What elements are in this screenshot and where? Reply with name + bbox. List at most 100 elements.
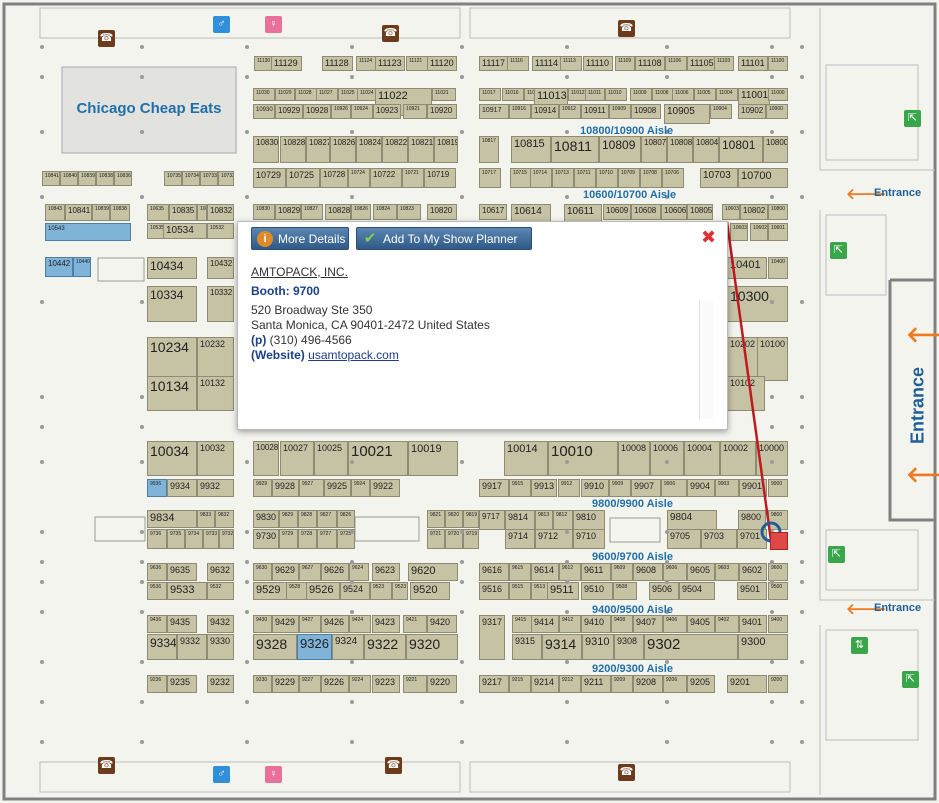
booth-9330[interactable]: 9330 [207,634,234,660]
booth-11117[interactable]: 11117 [479,56,509,71]
booth-9302[interactable]: 9302 [644,634,738,660]
booth-9223[interactable]: 9223 [372,675,400,693]
booth-9826[interactable]: 9826 [337,510,355,528]
booth-11116[interactable]: 11116 [507,56,529,71]
booth-9910[interactable]: 9910 [581,479,609,497]
booth-10724[interactable]: 10724 [348,168,370,188]
booth-10442[interactable]: 10442 [45,257,73,277]
booth-9800[interactable]: 9800 [738,510,766,530]
booth-9405[interactable]: 9405 [687,615,715,633]
booth-9410[interactable]: 9410 [581,615,611,633]
booth-11006[interactable]: 11006 [672,88,694,101]
booth-11011[interactable]: 11011 [585,88,605,101]
booth-9906[interactable]: 9906 [661,479,687,497]
booth-9913[interactable]: 9913 [531,479,557,497]
booth-10700[interactable]: 10700 [738,168,788,188]
booth-9412[interactable]: 9412 [559,615,581,633]
booth-9614[interactable]: 9614 [531,563,559,581]
booth-10719[interactable]: 10719 [424,168,456,188]
booth-9215[interactable]: 9215 [509,675,531,693]
booth-10010[interactable]: 10010 [548,441,618,476]
booth-9200[interactable]: 9200 [768,675,788,693]
booth-9400[interactable]: 9400 [768,615,788,633]
booth-10734[interactable]: 10734 [182,171,200,186]
booth-10532[interactable]: 10532 [207,223,234,239]
booth-9605[interactable]: 9605 [687,563,715,581]
booth-9800[interactable]: 9800 [768,510,788,530]
booth-9221[interactable]: 9221 [403,675,427,693]
booth-10828[interactable]: 10828 [280,136,306,163]
booth-11103[interactable]: 11103 [714,56,734,71]
booth-10004[interactable]: 10004 [684,441,720,476]
booth-10815[interactable]: 10815 [511,136,551,163]
booth-11129[interactable]: 11129 [271,56,302,71]
booth-10807[interactable]: 10807 [641,136,667,163]
booth-10725[interactable]: 10725 [286,168,320,188]
booth-10706[interactable]: 10706 [662,168,684,188]
booth-11008[interactable]: 11008 [652,88,674,101]
booth-10809[interactable]: 10809 [599,136,641,163]
booth-9900[interactable]: 9900 [768,479,788,497]
booth-10911[interactable]: 10911 [581,104,609,119]
booth-10733[interactable]: 10733 [200,171,218,186]
booth-9728[interactable]: 9728 [298,529,317,549]
booth-10027[interactable]: 10027 [280,441,314,476]
booth-10002[interactable]: 10002 [720,441,756,476]
booth-10728[interactable]: 10728 [320,168,348,188]
booth-10008[interactable]: 10008 [618,441,650,476]
booth-10609[interactable]: 10609 [603,204,631,220]
booth-11106[interactable]: 11106 [665,56,687,71]
booth-9236[interactable]: 9236 [147,675,167,693]
booth-9209[interactable]: 9209 [611,675,633,693]
booth-11004[interactable]: 11004 [716,88,738,101]
booth-10709[interactable]: 10709 [618,168,640,188]
booth-11121[interactable]: 11121 [406,56,428,71]
booth-10819[interactable]: 10819 [434,136,458,163]
booth-11124[interactable]: 11124 [356,56,376,71]
booth-10000[interactable]: 10000 [756,441,788,476]
booth-9406[interactable]: 9406 [663,615,687,633]
booth-10732[interactable]: 10732 [218,171,234,186]
booth-9928[interactable]: 9928 [272,479,299,497]
booth-10703[interactable]: 10703 [700,168,738,188]
booth-9632[interactable]: 9632 [207,563,234,581]
booth-10904[interactable]: 10904 [710,104,732,119]
booth-9314[interactable]: 9314 [542,634,582,660]
booth-10800[interactable]: 10800 [763,136,788,163]
booth-10722[interactable]: 10722 [370,168,402,188]
booth-9408[interactable]: 9408 [611,615,633,633]
booth-10334[interactable]: 10334 [147,286,197,322]
booth-10811[interactable]: 10811 [551,136,599,163]
booth-9426[interactable]: 9426 [321,615,349,633]
booth-10823[interactable]: 10823 [397,204,421,220]
booth-10805[interactable]: 10805 [687,204,713,220]
booth-10836[interactable]: 10836 [114,171,132,186]
booth-10332[interactable]: 10332 [207,286,234,322]
booth-9929[interactable]: 9929 [253,479,272,497]
booth-9602[interactable]: 9602 [739,563,767,581]
booth-9600[interactable]: 9600 [768,563,788,581]
booth-11120[interactable]: 11120 [427,56,457,71]
more-details-button[interactable]: i More Details [251,227,349,250]
booth-9909[interactable]: 9909 [609,479,631,497]
booth-10824[interactable]: 10824 [356,136,382,163]
selected-booth-9326[interactable]: 9326 [297,634,332,660]
booth-11123[interactable]: 11123 [375,56,405,71]
booth-10802[interactable]: 10802 [740,204,768,220]
booth-9719[interactable]: 9719 [463,529,479,549]
booth-9813[interactable]: 9813 [535,510,553,530]
booth-9623[interactable]: 9623 [372,563,400,581]
booth-10839[interactable]: 10839 [78,171,96,186]
booth-9526[interactable]: 9526 [306,582,340,600]
booth-9620[interactable]: 9620 [408,563,458,581]
booth-9533[interactable]: 9533 [167,582,207,600]
booth-9901[interactable]: 9901 [739,479,767,497]
booth-10914[interactable]: 10914 [531,104,559,119]
booth-9420[interactable]: 9420 [427,615,457,633]
booth-10606[interactable]: 10606 [661,204,687,220]
booth-10710[interactable]: 10710 [596,168,618,188]
booth-9407[interactable]: 9407 [633,615,663,633]
booth-10905[interactable]: 10905 [664,104,710,124]
booth-10826[interactable]: 10826 [330,136,356,163]
booth-9334[interactable]: 9334 [147,634,177,660]
